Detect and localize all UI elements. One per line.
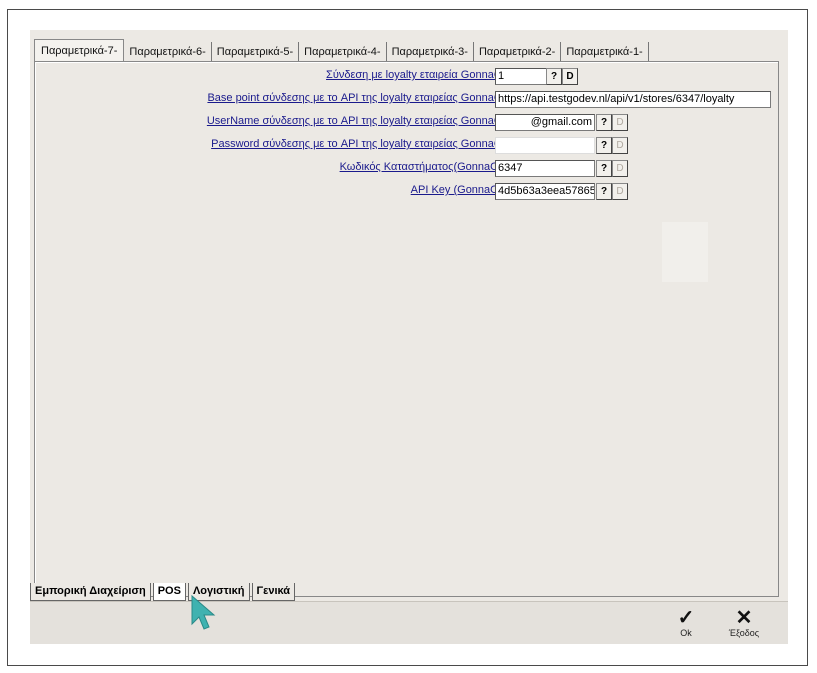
parameters-panel: Σύνδεση με loyalty εταιρεία GonnaOrder: … bbox=[34, 61, 779, 597]
password-label[interactable]: Password σύνδεσης με το API της loyalty … bbox=[211, 136, 525, 153]
exit-label: Έξοδος bbox=[728, 628, 760, 638]
close-icon: ✕ bbox=[735, 607, 753, 629]
blank-overlay bbox=[662, 222, 708, 282]
username-label[interactable]: UserName σύνδεσης με το API της loyalty … bbox=[207, 113, 525, 130]
password-help-button[interactable]: ? bbox=[596, 137, 612, 154]
tab-parametrika-1[interactable]: Παραμετρικά-1- bbox=[561, 42, 649, 62]
ok-button[interactable]: ✓ Ok bbox=[674, 608, 698, 638]
tab-pos[interactable]: POS bbox=[152, 583, 186, 601]
base-point-label[interactable]: Base point σύνδεσης με το API της loyalt… bbox=[207, 90, 525, 107]
tab-parametrika-4[interactable]: Παραμετρικά-4- bbox=[299, 42, 387, 62]
base-point-input[interactable]: https://api.testgodev.nl/api/v1/stores/6… bbox=[495, 91, 771, 108]
store-code-input[interactable]: 6347 bbox=[495, 160, 595, 177]
exit-button[interactable]: ✕ Έξοδος bbox=[724, 608, 764, 638]
store-code-help-button[interactable]: ? bbox=[596, 160, 612, 177]
tab-emporiki-diaxeirisi[interactable]: Εμπορική Διαχείριση bbox=[30, 583, 151, 601]
loyalty-connection-d-button[interactable]: D bbox=[562, 68, 578, 85]
username-help-button[interactable]: ? bbox=[596, 114, 612, 131]
tab-parametrika-5[interactable]: Παραμετρικά-5- bbox=[211, 42, 300, 62]
loyalty-connection-input[interactable]: 1 bbox=[495, 68, 547, 85]
password-input[interactable] bbox=[495, 137, 595, 154]
username-input[interactable]: @gmail.com bbox=[495, 114, 595, 131]
store-code-d-button[interactable]: D bbox=[612, 160, 628, 177]
api-key-d-button[interactable]: D bbox=[612, 183, 628, 200]
tab-genika[interactable]: Γενικά bbox=[251, 583, 296, 601]
bottom-toolbar: ✓ Ok ✕ Έξοδος bbox=[30, 601, 788, 644]
tab-parametrika-6[interactable]: Παραμετρικά-6- bbox=[124, 42, 212, 62]
password-d-button[interactable]: D bbox=[612, 137, 628, 154]
check-icon: ✓ bbox=[677, 607, 695, 629]
loyalty-connection-help-button[interactable]: ? bbox=[546, 68, 562, 85]
api-key-input[interactable]: 4d5b63a3eea57865 bbox=[495, 183, 595, 200]
module-tabs: Εμπορική Διαχείριση POS Λογιστική Γενικά bbox=[30, 583, 297, 601]
username-d-button[interactable]: D bbox=[612, 114, 628, 131]
tab-parametrika-2[interactable]: Παραμετρικά-2- bbox=[473, 42, 562, 62]
tab-parametrika-3[interactable]: Παραμετρικά-3- bbox=[386, 42, 474, 62]
parameters-window: Παραμετρικά-7- Παραμετρικά-6- Παραμετρικ… bbox=[30, 30, 788, 644]
pointer-cursor-icon bbox=[191, 594, 216, 630]
parameter-tabs: Παραμετρικά-7- Παραμετρικά-6- Παραμετρικ… bbox=[34, 39, 649, 64]
ok-label: Ok bbox=[680, 628, 692, 638]
api-key-help-button[interactable]: ? bbox=[596, 183, 612, 200]
